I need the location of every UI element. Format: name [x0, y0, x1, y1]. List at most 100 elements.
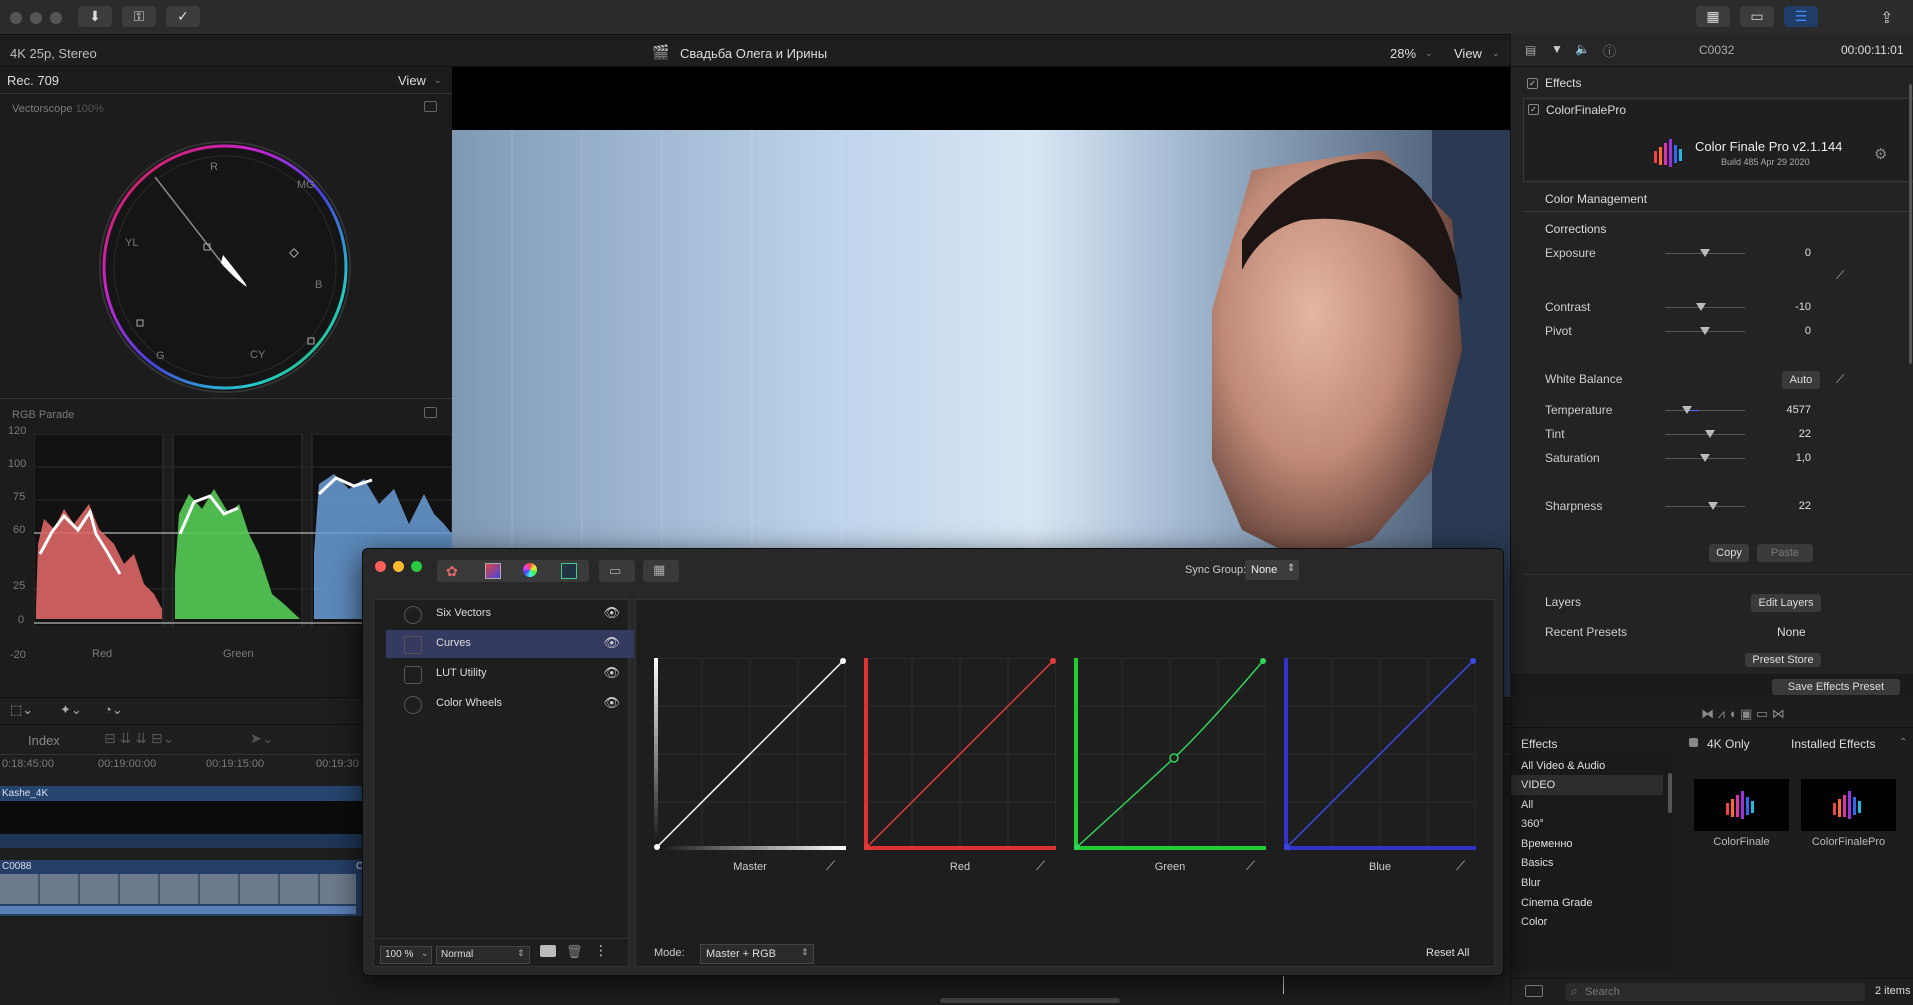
master-curve[interactable] [654, 658, 846, 850]
eyedropper-icon[interactable]: ⟋ [1246, 858, 1255, 874]
scope-settings-icon[interactable] [424, 101, 437, 112]
tint-value[interactable]: 22 [1751, 428, 1811, 440]
eye-icon[interactable]: 👁 [603, 635, 620, 651]
folder-button[interactable]: ▭ [599, 560, 635, 582]
inspector-layout-button[interactable]: ☰ [1784, 6, 1818, 27]
close-window-icon[interactable] [10, 12, 22, 24]
saturation-slider[interactable] [1665, 454, 1745, 462]
exposure-value[interactable]: 0 [1751, 247, 1811, 259]
category-cinema-grade[interactable]: Cinema Grade [1521, 897, 1593, 909]
minimize-window-icon[interactable] [393, 561, 404, 572]
inspector-scrollbar[interactable] [1909, 84, 1912, 364]
auto-white-balance-button[interactable]: Auto [1782, 371, 1820, 389]
trash-icon[interactable]: 🗑 [566, 944, 583, 960]
category-all[interactable]: All [1521, 799, 1533, 811]
playhead[interactable] [1283, 976, 1284, 994]
zoom-level[interactable]: 28% [1390, 46, 1416, 61]
exposure-slider[interactable] [1665, 249, 1745, 257]
eyedropper-icon[interactable]: ⟋ [1036, 858, 1045, 874]
scopes-view-menu[interactable]: View [398, 73, 426, 88]
keywords-button[interactable]: ⚿ [122, 6, 156, 27]
gear-icon[interactable]: ⚙ [1874, 145, 1887, 163]
category-blur[interactable]: Blur [1521, 877, 1541, 889]
effect-thumb-colorfinalepro[interactable] [1801, 779, 1896, 831]
opacity-field[interactable]: 100 % ⌄ [380, 946, 432, 964]
search-field[interactable]: ⌕ Search [1565, 983, 1865, 1001]
effects-checkbox[interactable]: ✓ [1527, 78, 1538, 89]
timeline-layout-button[interactable]: ▭ [1740, 6, 1774, 27]
copy-button[interactable]: Copy [1709, 544, 1749, 562]
transform-tool-icon[interactable]: ⬚⌄ [10, 702, 33, 718]
category-basics[interactable]: Basics [1521, 857, 1553, 869]
edit-layers-button[interactable]: Edit Layers [1751, 594, 1821, 612]
4k-only-checkbox[interactable] [1689, 738, 1698, 747]
browser-layout-button[interactable]: ▦ [1696, 6, 1730, 27]
category-all-video-audio[interactable]: All Video & Audio [1521, 760, 1605, 772]
eye-icon[interactable]: 👁 [603, 695, 620, 711]
category-video[interactable]: VIDEO [1521, 779, 1555, 791]
sync-group-select[interactable]: None ⇕ [1245, 560, 1299, 580]
category-scrollbar[interactable] [1668, 773, 1672, 813]
clip-c0088[interactable]: C0088 C [0, 860, 363, 916]
preset-store-button[interactable]: Preset Store [1745, 653, 1821, 667]
saturation-value[interactable]: 1,0 [1751, 452, 1811, 464]
more-icon[interactable]: ⋮ [594, 942, 608, 959]
contrast-slider[interactable] [1665, 303, 1745, 311]
installed-effects-menu[interactable]: Installed Effects [1791, 737, 1876, 751]
index-button[interactable]: Index [28, 733, 60, 748]
arrow-tool-icon[interactable]: ➤⌄ [250, 730, 273, 747]
red-curve[interactable] [864, 658, 1056, 850]
import-button[interactable]: ⬇ [78, 6, 112, 27]
scope-settings-icon[interactable] [424, 407, 437, 418]
temperature-value[interactable]: 4577 [1751, 404, 1811, 416]
clip-kashe[interactable]: Kashe_4K [0, 786, 364, 801]
color-management-label[interactable]: Color Management [1545, 192, 1647, 206]
mode-select[interactable]: Master + RGB ⇕ [700, 944, 814, 964]
viewer-view-menu[interactable]: View [1454, 46, 1482, 61]
pivot-slider[interactable] [1665, 327, 1745, 335]
blend-mode-select[interactable]: Normal ⇕ [436, 946, 530, 964]
sharpness-slider[interactable] [1665, 502, 1745, 510]
layer-color-wheels[interactable]: Color Wheels 👁 [386, 690, 634, 718]
green-curve[interactable] [1074, 658, 1266, 850]
background-tasks-button[interactable]: ✓ [166, 6, 200, 27]
six-vectors-tool-icon[interactable]: ✿ [446, 563, 458, 580]
connect-clip-icon[interactable]: ⊟ ⇊ ⇊ ⊟⌄ [104, 730, 174, 747]
layer-six-vectors[interactable]: Six Vectors 👁 [386, 600, 634, 628]
eyedropper-icon[interactable]: ⟋ [1456, 858, 1465, 874]
zoom-window-icon[interactable] [411, 561, 422, 572]
curves-tool-icon[interactable] [485, 563, 501, 579]
category-360[interactable]: 360° [1521, 818, 1544, 830]
eye-icon[interactable]: 👁 [603, 665, 620, 681]
reset-all-button[interactable]: Reset All [1426, 947, 1469, 959]
tint-slider[interactable] [1665, 430, 1745, 438]
grid-button[interactable]: ▦ [643, 560, 679, 582]
filter-icon[interactable]: ▼ [1551, 42, 1563, 56]
eyedropper-icon[interactable]: ⟋ [1836, 268, 1844, 283]
effect-thumb-colorfinale[interactable] [1694, 779, 1789, 831]
audio-icon[interactable]: 🔈 [1575, 42, 1590, 56]
eyedropper-icon[interactable]: ⟋ [1836, 372, 1844, 387]
category-color[interactable]: Color [1521, 916, 1547, 928]
sidebar-toggle-icon[interactable] [1525, 985, 1543, 997]
sharpness-value[interactable]: 22 [1751, 500, 1811, 512]
timeline-scrollbar[interactable] [940, 998, 1120, 1003]
audio-meter-icon[interactable]: ⧓ ⩘ ◖ ▣ ▭ ⋈ [1701, 706, 1785, 722]
eye-icon[interactable]: 👁 [603, 605, 620, 621]
minimize-window-icon[interactable] [30, 12, 42, 24]
eyedropper-icon[interactable]: ⟋ [826, 858, 835, 874]
recent-presets-select[interactable]: None [1777, 625, 1806, 639]
contrast-value[interactable]: -10 [1751, 301, 1811, 313]
pivot-value[interactable]: 0 [1751, 325, 1811, 337]
zoom-window-icon[interactable] [50, 12, 62, 24]
blue-curve[interactable] [1284, 658, 1476, 850]
category-temp[interactable]: Временно [1521, 838, 1573, 850]
lut-tool-icon[interactable] [561, 563, 577, 579]
speed-icon[interactable]: ◔⌄ [104, 702, 123, 718]
save-effects-preset-button[interactable]: Save Effects Preset [1772, 679, 1900, 695]
close-window-icon[interactable] [375, 561, 386, 572]
plugin-checkbox[interactable]: ✓ [1528, 104, 1539, 115]
share-icon[interactable]: ⇪ [1880, 8, 1893, 28]
layer-curves[interactable]: Curves 👁 [386, 630, 634, 658]
color-wheels-tool-icon[interactable] [523, 563, 537, 577]
